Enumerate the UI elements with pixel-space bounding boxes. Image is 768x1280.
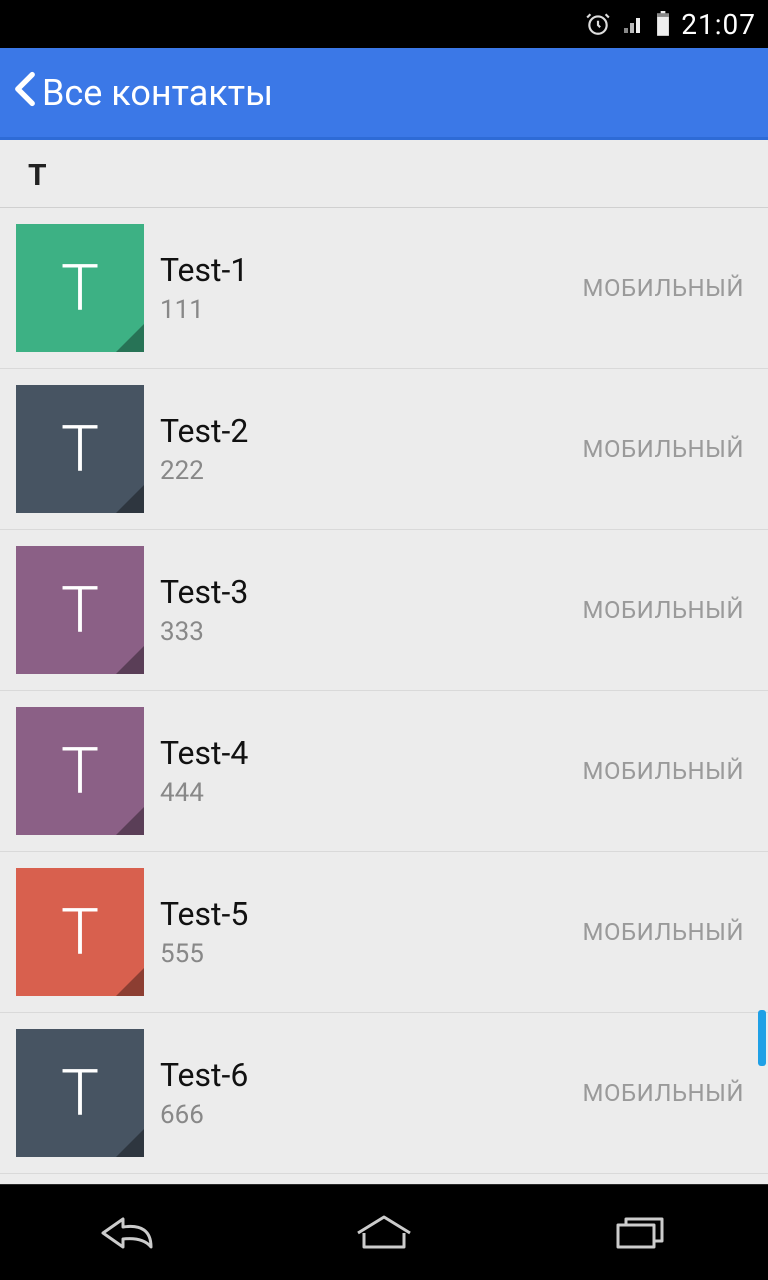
screen: 21:07 Все контакты Т TTest-1111МОБИЛЬНЫЙ… xyxy=(0,0,768,1280)
alarm-icon xyxy=(585,11,611,37)
contact-avatar[interactable]: T xyxy=(16,546,144,674)
contact-avatar[interactable]: T xyxy=(16,1029,144,1157)
contact-avatar[interactable]: T xyxy=(16,224,144,352)
nav-home-button[interactable] xyxy=(324,1203,444,1263)
clock-text: 21:07 xyxy=(681,8,756,41)
contact-row[interactable]: T Test-2 222МОБИЛЬНЫЙ xyxy=(0,369,768,530)
app-header: Все контакты xyxy=(0,48,768,140)
contact-name: Test-4 xyxy=(160,734,583,772)
contact-row[interactable]: T Test-6 666МОБИЛЬНЫЙ xyxy=(0,1013,768,1174)
contact-row[interactable]: T Test-1 111МОБИЛЬНЫЙ xyxy=(0,208,768,369)
contact-info: Test-3 333 xyxy=(160,573,583,647)
contact-number: 222 xyxy=(160,456,583,486)
contact-row[interactable]: T Test-5 555МОБИЛЬНЫЙ xyxy=(0,852,768,1013)
contact-avatar[interactable]: T xyxy=(16,707,144,835)
phone-type-label: МОБИЛЬНЫЙ xyxy=(583,274,752,302)
phone-type-label: МОБИЛЬНЫЙ xyxy=(583,1079,752,1107)
contact-number: 666 xyxy=(160,1100,583,1130)
page-title: Все контакты xyxy=(42,72,273,114)
phone-type-label: МОБИЛЬНЫЙ xyxy=(583,596,752,624)
status-bar: 21:07 xyxy=(0,0,768,48)
nav-recent-button[interactable] xyxy=(580,1203,700,1263)
phone-type-label: МОБИЛЬНЫЙ xyxy=(583,435,752,463)
nav-back-button[interactable] xyxy=(68,1203,188,1263)
contact-row[interactable]: T Test-4 444МОБИЛЬНЫЙ xyxy=(0,691,768,852)
contact-name: Test-6 xyxy=(160,1056,583,1094)
section-letter: Т xyxy=(0,140,768,208)
contact-avatar[interactable]: T xyxy=(16,385,144,513)
contact-number: 111 xyxy=(160,295,583,325)
nav-bar xyxy=(0,1184,768,1280)
back-icon[interactable] xyxy=(14,71,36,115)
contact-info: Test-1 111 xyxy=(160,251,583,325)
contact-name: Test-2 xyxy=(160,412,583,450)
contact-info: Test-6 666 xyxy=(160,1056,583,1130)
contact-number: 444 xyxy=(160,778,583,808)
avatar-fold-icon xyxy=(116,807,144,835)
avatar-fold-icon xyxy=(116,324,144,352)
phone-type-label: МОБИЛЬНЫЙ xyxy=(583,757,752,785)
contact-name: Test-1 xyxy=(160,251,583,289)
contact-row[interactable]: T Test-3 333МОБИЛЬНЫЙ xyxy=(0,530,768,691)
avatar-fold-icon xyxy=(116,1129,144,1157)
contact-name: Test-5 xyxy=(160,895,583,933)
phone-type-label: МОБИЛЬНЫЙ xyxy=(583,918,752,946)
contact-avatar[interactable]: T xyxy=(16,868,144,996)
signal-icon xyxy=(621,12,645,36)
contact-info: Test-4 444 xyxy=(160,734,583,808)
contact-info: Test-5 555 xyxy=(160,895,583,969)
contact-info: Test-2 222 xyxy=(160,412,583,486)
contact-number: 555 xyxy=(160,939,583,969)
avatar-fold-icon xyxy=(116,485,144,513)
avatar-fold-icon xyxy=(116,968,144,996)
content-area: Т TTest-1111МОБИЛЬНЫЙTTest-2222МОБИЛЬНЫЙ… xyxy=(0,140,768,1184)
contact-list[interactable]: TTest-1111МОБИЛЬНЫЙTTest-2222МОБИЛЬНЫЙTT… xyxy=(0,208,768,1174)
avatar-fold-icon xyxy=(116,646,144,674)
battery-icon xyxy=(655,11,671,37)
scroll-indicator[interactable] xyxy=(758,1010,766,1066)
contact-number: 333 xyxy=(160,617,583,647)
contact-name: Test-3 xyxy=(160,573,583,611)
